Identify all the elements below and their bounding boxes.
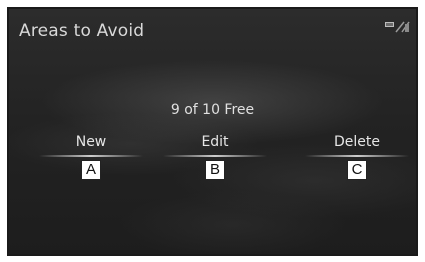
edit-button-label[interactable]: Edit [159,133,271,151]
delete-area-option[interactable]: Delete C [301,133,413,180]
free-slots-count: 9 of 10 Free [170,102,255,118]
delete-button-label[interactable]: Delete [301,133,413,151]
callout-a: A [81,160,101,180]
navigation-screen: Areas to Avoid 9 of 10 Free New A Edit B… [7,7,418,256]
edit-underline [163,155,267,157]
new-button-label[interactable]: New [35,133,147,151]
callout-c: C [347,160,367,180]
edit-area-option[interactable]: Edit B [159,133,271,180]
callout-b: B [205,160,225,180]
signal-status-icon [384,19,410,33]
delete-underline [305,155,409,157]
screen-title: Areas to Avoid [19,21,145,41]
new-underline [39,155,143,157]
new-area-option[interactable]: New A [35,133,147,180]
